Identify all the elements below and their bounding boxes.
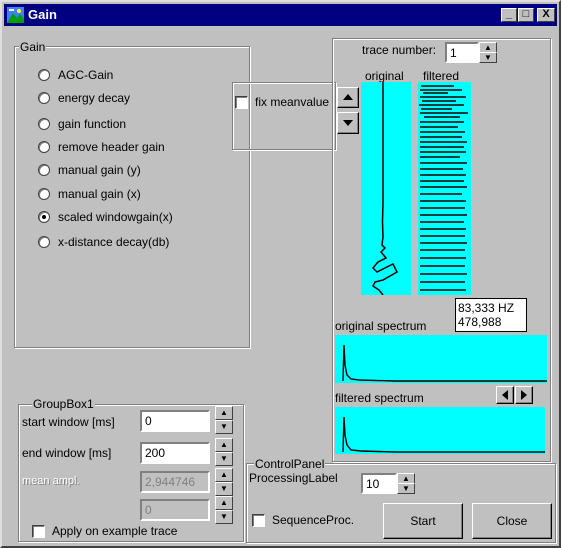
radio-x-distance-decay[interactable]: x-distance decay(db) (38, 234, 169, 250)
fix-meanvalue-checkbox[interactable]: fix meanvalue (235, 94, 329, 110)
readout-amplitude: 478,988 (458, 315, 502, 329)
apply-example-trace-label: Apply on example trace (52, 524, 178, 538)
radio-label: energy decay (58, 91, 131, 105)
spectrum-prev-button[interactable] (496, 386, 514, 404)
spin-up-icon[interactable]: ▲ (215, 468, 233, 482)
radio-manual-gain-y[interactable]: manual gain (y) (38, 162, 141, 178)
radio-circle (38, 118, 50, 130)
radio-circle (38, 92, 50, 104)
arrow-right-icon (521, 390, 527, 400)
original-spectrum-plot (335, 335, 547, 383)
radio-circle (38, 188, 50, 200)
original-spectrum-label: original spectrum (335, 319, 427, 333)
spin-down-icon[interactable]: ▼ (479, 52, 497, 63)
radio-circle (38, 236, 50, 248)
maximize-button[interactable]: □ (518, 8, 534, 22)
spectrum-readout: 83,333 HZ 478,988 (455, 298, 527, 332)
radio-label: AGC-Gain (58, 68, 114, 82)
spin-down-icon[interactable]: ▼ (215, 482, 233, 496)
end-window-label: end window [ms] (22, 446, 112, 460)
original-label: original (365, 69, 404, 83)
sequence-proc-label: SequenceProc. (272, 513, 355, 527)
radio-circle-selected (38, 211, 50, 223)
gain-window: Gain _ □ X Gain AGC-Gain energy decay ga… (0, 0, 561, 548)
extra-value-spinner[interactable]: ▲ ▼ (215, 496, 233, 524)
trace-number-spinner[interactable]: ▲ ▼ (479, 42, 497, 63)
control-panel-label: ControlPanel (254, 457, 326, 471)
fix-meanvalue-label: fix meanvalue (255, 95, 330, 109)
spin-down-icon[interactable]: ▼ (215, 510, 233, 524)
start-window-spinner[interactable]: ▲ ▼ (215, 406, 233, 434)
processing-spinner[interactable]: ▲ ▼ (397, 473, 415, 494)
gain-group-label: Gain (19, 40, 47, 54)
mean-ampl-input: 2,944746 (140, 471, 210, 493)
minimize-button[interactable]: _ (501, 8, 517, 22)
checkbox-box (252, 513, 265, 527)
original-trace-plot (361, 82, 411, 296)
radio-label: manual gain (y) (58, 163, 141, 177)
radio-agc-gain[interactable]: AGC-Gain (38, 67, 113, 83)
radio-label: manual gain (x) (58, 187, 141, 201)
radio-scaled-windowgain-x[interactable]: scaled windowgain(x) (38, 209, 173, 225)
close-window-button[interactable]: X (537, 8, 555, 22)
filtered-trace-plot (418, 82, 471, 295)
spin-down-icon[interactable]: ▼ (215, 420, 233, 434)
radio-label: gain function (58, 117, 127, 131)
trace-number-input[interactable]: 1 (445, 42, 479, 63)
start-window-label: start window [ms] (22, 415, 115, 429)
start-button[interactable]: Start (383, 503, 463, 539)
spectrum-next-button[interactable] (515, 386, 533, 404)
spin-up-icon[interactable]: ▲ (215, 496, 233, 510)
radio-energy-decay[interactable]: energy decay (38, 90, 130, 106)
spin-up-icon[interactable]: ▲ (215, 438, 233, 452)
arrow-left-icon (502, 390, 508, 400)
groupbox1-label: GroupBox1 (32, 397, 95, 411)
meanvalue-panel (232, 82, 336, 150)
processing-input[interactable]: 10 (361, 473, 397, 494)
filtered-label: filtered (423, 69, 460, 83)
window-title: Gain (28, 7, 57, 22)
close-button[interactable]: Close (472, 503, 552, 539)
spin-up-icon[interactable]: ▲ (215, 406, 233, 420)
spin-down-icon[interactable]: ▼ (397, 483, 415, 494)
processing-label: ProcessingLabel (249, 471, 338, 485)
original-trace-svg (371, 82, 398, 296)
original-spectrum-svg (342, 344, 547, 382)
radio-label: scaled windowgain(x) (58, 210, 173, 224)
extra-value-input: 0 (140, 499, 210, 521)
radio-manual-gain-x[interactable]: manual gain (x) (38, 186, 141, 202)
trace-number-label: trace number: (362, 43, 437, 57)
end-window-spinner[interactable]: ▲ ▼ (215, 438, 233, 466)
mean-ampl-label: mean ampl. (22, 475, 80, 487)
apply-example-trace-checkbox[interactable]: Apply on example trace (32, 523, 177, 539)
end-window-input[interactable]: 200 (140, 442, 210, 464)
app-landscape-icon (7, 7, 24, 23)
radio-label: remove header gain (58, 140, 165, 154)
radio-gain-function[interactable]: gain function (38, 116, 126, 132)
radio-circle (38, 69, 50, 81)
radio-remove-header-gain[interactable]: remove header gain (38, 139, 165, 155)
radio-circle (38, 164, 50, 176)
filtered-spectrum-svg (342, 416, 545, 453)
spin-down-icon[interactable]: ▼ (215, 452, 233, 466)
readout-frequency: 83,333 HZ (458, 301, 515, 315)
filtered-trace-svg (419, 85, 468, 291)
checkbox-box (32, 524, 45, 538)
filtered-spectrum-plot (335, 407, 545, 454)
checkbox-box (235, 95, 248, 109)
mean-ampl-spinner[interactable]: ▲ ▼ (215, 468, 233, 496)
start-window-input[interactable]: 0 (140, 410, 210, 432)
sequence-proc-checkbox[interactable]: SequenceProc. (252, 512, 354, 528)
filtered-spectrum-label: filtered spectrum (335, 391, 424, 405)
radio-label: x-distance decay(db) (58, 235, 170, 249)
radio-circle (38, 141, 50, 153)
title-bar[interactable]: Gain _ □ X (4, 4, 557, 26)
